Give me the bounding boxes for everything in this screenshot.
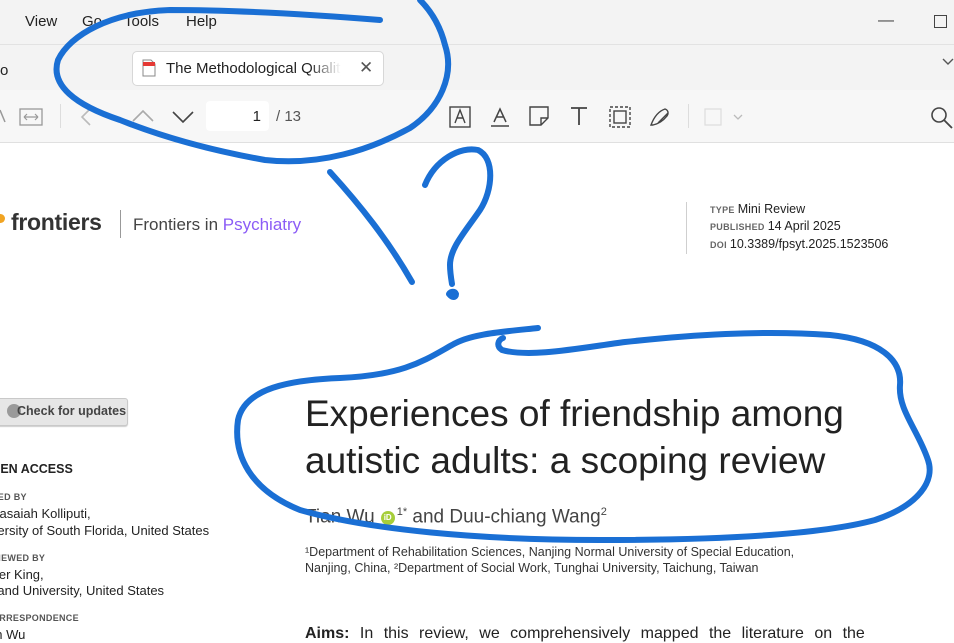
reviewed-by-affiliation: kland University, United States bbox=[0, 583, 165, 598]
frontiers-logo-text: frontiers bbox=[11, 209, 102, 235]
journal-prefix: Frontiers in bbox=[133, 215, 223, 234]
menu-tools[interactable]: Tools bbox=[124, 13, 159, 30]
fit-width-icon[interactable] bbox=[19, 108, 43, 126]
pdf-file-icon bbox=[142, 59, 156, 77]
close-icon[interactable]: ✕ bbox=[359, 58, 373, 78]
sticky-note-icon[interactable] bbox=[528, 105, 550, 127]
toolbar-separator bbox=[60, 104, 61, 128]
page-total: / 13 bbox=[276, 108, 302, 125]
menu-view[interactable]: View bbox=[25, 13, 57, 30]
journal-accent: Psychiatry bbox=[222, 215, 302, 234]
next-page-icon[interactable] bbox=[172, 110, 194, 124]
edited-by-key: TED BY bbox=[0, 492, 27, 502]
article-title-line-1: Experiences of friendship among bbox=[305, 393, 844, 434]
meta-doi-key: DOI bbox=[710, 240, 727, 250]
minimize-icon[interactable]: — bbox=[878, 12, 894, 30]
open-access-label: PEN ACCESS bbox=[0, 462, 73, 476]
journal-name: Frontiers in Psychiatry bbox=[133, 215, 301, 235]
menu-go[interactable]: Go bbox=[82, 13, 102, 30]
meta-type: TYPE Mini Review bbox=[710, 202, 805, 216]
author-line: Tian Wu iD 1* and Duu-chiang Wang2 bbox=[305, 506, 607, 528]
maximize-icon[interactable] bbox=[934, 15, 947, 28]
abstract-label: Aims: bbox=[305, 625, 350, 642]
reviewed-by-name: nter King, bbox=[0, 567, 44, 582]
page-number-field[interactable] bbox=[206, 101, 269, 131]
edited-by-affiliation: iversity of South Florida, United States bbox=[0, 523, 210, 538]
menu-help[interactable]: Help bbox=[186, 13, 217, 30]
tab-title: The Methodological Quality of Scoping Re… bbox=[166, 60, 341, 77]
check-updates-label: Check for updates bbox=[17, 404, 127, 418]
previous-page-icon[interactable] bbox=[132, 109, 154, 123]
meta-type-value: Mini Review bbox=[737, 202, 806, 216]
frontiers-logo-icon bbox=[0, 214, 5, 223]
author-2-affiliation-mark: 2 bbox=[600, 506, 607, 518]
check-for-updates-button[interactable]: Check for updates bbox=[0, 398, 128, 426]
author-2: and Duu-chiang Wang bbox=[407, 506, 601, 528]
meta-divider bbox=[686, 202, 687, 254]
search-icon[interactable] bbox=[929, 105, 953, 129]
author-1: Tian Wu bbox=[305, 506, 375, 528]
annotation-question-mark bbox=[422, 146, 494, 287]
affiliation-line-2: Nanjing, China, ²Department of Social Wo… bbox=[305, 561, 759, 575]
tab-left-label[interactable]: o bbox=[0, 62, 8, 79]
document-tab[interactable]: The Methodological Quality of Scoping Re… bbox=[132, 51, 384, 86]
affiliation-line-1: ¹Department of Rehabilitation Sciences, … bbox=[305, 545, 795, 559]
annotation-question-dot bbox=[446, 288, 459, 300]
chevron-down-icon[interactable] bbox=[942, 58, 954, 66]
draw-pen-icon[interactable] bbox=[648, 105, 674, 129]
back-arrow-icon[interactable] bbox=[80, 108, 92, 126]
affiliations: ¹Department of Rehabilitation Sciences, … bbox=[305, 544, 845, 576]
logo-divider bbox=[120, 210, 121, 238]
meta-published-value: 14 April 2025 bbox=[767, 219, 841, 233]
article-title-line-2: autistic adults: a scoping review bbox=[305, 440, 826, 481]
annotation-arrow-stroke bbox=[327, 169, 415, 285]
meta-doi: DOI 10.3389/fpsyt.2025.1523506 bbox=[710, 237, 888, 251]
text-tool-icon[interactable] bbox=[569, 105, 589, 127]
correspondence-key: ORRESPONDENCE bbox=[0, 613, 79, 623]
article-title: Experiences of friendship among autistic… bbox=[305, 390, 925, 484]
menu-bar: View Go Tools Help — bbox=[0, 0, 954, 44]
author-1-affiliation-mark: 1* bbox=[396, 506, 408, 518]
reviewed-by-key: VIEWED BY bbox=[0, 553, 46, 563]
color-picker-icon[interactable] bbox=[704, 108, 746, 126]
zoom-tool-icon[interactable] bbox=[0, 108, 6, 124]
abstract-start: Aims: In this review, we comprehensively… bbox=[305, 625, 910, 643]
page-number-input[interactable] bbox=[206, 101, 261, 131]
text-underline-icon[interactable] bbox=[489, 106, 511, 128]
orcid-icon[interactable]: iD bbox=[380, 511, 395, 526]
meta-published-key: PUBLISHED bbox=[710, 222, 765, 232]
text-box-icon[interactable] bbox=[449, 106, 471, 128]
abstract-text: In this review, we comprehensively mappe… bbox=[349, 625, 865, 642]
meta-doi-value: 10.3389/fpsyt.2025.1523506 bbox=[729, 237, 889, 251]
correspondence-name: an Wu bbox=[0, 627, 26, 642]
toolbar-separator bbox=[688, 104, 689, 128]
area-select-icon[interactable] bbox=[608, 105, 632, 129]
meta-published: PUBLISHED 14 April 2025 bbox=[710, 219, 841, 233]
edited-by-name: arasaiah Kolliputi, bbox=[0, 506, 91, 521]
meta-type-key: TYPE bbox=[710, 205, 735, 215]
